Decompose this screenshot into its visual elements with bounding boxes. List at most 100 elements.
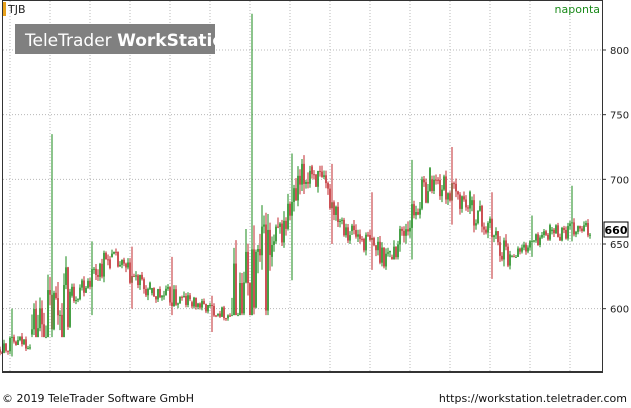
candle-body (477, 210, 479, 224)
candle-body (575, 231, 577, 235)
candle-body (187, 295, 189, 305)
candle-body (403, 230, 405, 236)
symbol-label: TJB (7, 3, 26, 16)
candle-body (81, 280, 83, 288)
candle-body (409, 227, 411, 232)
candle-body (561, 227, 563, 241)
candle-body (25, 339, 27, 349)
candle-body (271, 244, 273, 257)
candle-body (93, 268, 95, 270)
candle-body (375, 245, 377, 251)
candle-body (105, 252, 107, 260)
candle-body (225, 318, 227, 320)
candle-body (447, 193, 449, 200)
candle-body (515, 256, 517, 258)
candle-body (361, 238, 363, 240)
svg-text:TeleTrader WorkStation: TeleTrader WorkStation (24, 31, 236, 51)
candle-body (63, 285, 65, 338)
candle-body (145, 289, 147, 296)
candle-body (429, 168, 431, 192)
candle-body (461, 196, 463, 209)
candle-body (209, 304, 211, 306)
candle-body (577, 226, 579, 232)
candle-body (193, 297, 195, 307)
candle-body (503, 240, 505, 260)
candle-body (99, 263, 101, 277)
candle-body (3, 343, 5, 353)
candle-body (423, 179, 425, 183)
candle-body (305, 181, 307, 184)
candle-body (253, 249, 255, 308)
candle-body (405, 229, 407, 236)
candle-body (27, 347, 29, 349)
source-url: https://workstation.teletrader.com (438, 392, 627, 405)
candle-body (67, 267, 69, 327)
candle-body (379, 241, 381, 263)
candle-body (449, 193, 451, 201)
candle-body (43, 324, 45, 338)
candle-body (427, 191, 429, 203)
candle-body (457, 191, 459, 195)
candle-body (485, 229, 487, 233)
candle-body (353, 225, 355, 231)
candle-body (257, 249, 259, 252)
candle-body (23, 339, 25, 345)
watermark-light: TeleTrader (24, 31, 117, 51)
candle-body (13, 336, 15, 342)
candle-body (191, 302, 193, 307)
candle-body (415, 212, 417, 216)
candle-body (285, 220, 287, 229)
candle-body (57, 298, 59, 316)
candle-body (207, 304, 209, 312)
y-tick-label: 700 (610, 175, 629, 186)
candle-body (241, 282, 243, 314)
candle-body (101, 263, 103, 277)
candle-body (231, 315, 233, 317)
candle-body (351, 225, 353, 232)
candle-body (139, 274, 141, 286)
candle-body (167, 287, 169, 289)
candle-body (177, 303, 179, 305)
candle-body (245, 251, 247, 283)
candle-body (387, 252, 389, 254)
candle-body (397, 244, 399, 258)
candle-body (147, 288, 149, 296)
candle-body (213, 305, 215, 316)
candle-body (469, 191, 471, 209)
candle-body (501, 255, 503, 260)
last-value-label: 660 (605, 224, 628, 237)
candle-body (367, 234, 369, 236)
candle-body (183, 295, 185, 298)
candle-body (421, 179, 423, 209)
candle-body (275, 226, 277, 242)
candle-body (345, 227, 347, 236)
candle-body (441, 189, 443, 197)
candle-body (175, 289, 177, 305)
candle-body (507, 246, 509, 266)
candle-body (69, 291, 71, 327)
candle-body (161, 295, 163, 298)
candle-body (103, 252, 105, 277)
candle-body (53, 292, 55, 330)
last-value-marker: 660 (603, 221, 629, 238)
candle-body (537, 234, 539, 245)
candle-body (385, 253, 387, 267)
candle-body (61, 314, 63, 338)
candle-body (201, 301, 203, 308)
candle-body (557, 225, 559, 237)
candle-body (149, 282, 151, 289)
candle-body (235, 263, 237, 316)
candle-body (389, 250, 391, 253)
candle-body (17, 340, 19, 345)
watermark-logo: TeleTrader WorkStation (15, 24, 236, 54)
candle-body (299, 175, 301, 185)
candle-body (83, 280, 85, 293)
y-tick-label: 800 (610, 46, 629, 57)
candle-body (0, 349, 1, 353)
candle-body (121, 259, 123, 265)
candle-body (185, 295, 187, 305)
candle-body (165, 288, 167, 296)
candle-body (365, 234, 367, 251)
candle-body (303, 163, 305, 184)
candle-body (197, 303, 199, 307)
